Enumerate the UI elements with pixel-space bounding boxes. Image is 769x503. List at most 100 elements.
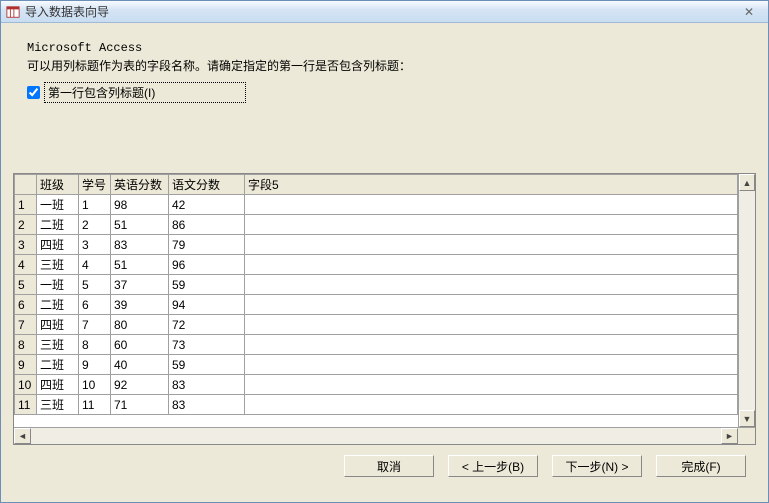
cell[interactable]: 四班 xyxy=(37,375,79,395)
button-bar: 取消 < 上一步(B) 下一步(N) > 完成(F) xyxy=(11,445,758,487)
table-row[interactable]: 8三班86073 xyxy=(15,335,738,355)
col-header[interactable]: 字段5 xyxy=(245,175,738,195)
cell[interactable]: 二班 xyxy=(37,295,79,315)
cell[interactable]: 10 xyxy=(79,375,111,395)
cell[interactable] xyxy=(245,355,738,375)
first-row-headers-label: 第一行包含列标题(I) xyxy=(44,82,246,103)
cell[interactable]: 三班 xyxy=(37,335,79,355)
cell[interactable]: 94 xyxy=(169,295,245,315)
cell[interactable]: 6 xyxy=(79,295,111,315)
finish-button[interactable]: 完成(F) xyxy=(656,455,746,477)
cell[interactable] xyxy=(245,375,738,395)
cell[interactable]: 9 xyxy=(79,355,111,375)
table-row[interactable]: 10四班109283 xyxy=(15,375,738,395)
cell[interactable]: 71 xyxy=(111,395,169,415)
row-number: 7 xyxy=(15,315,37,335)
cell[interactable] xyxy=(245,235,738,255)
first-row-headers-option[interactable]: 第一行包含列标题(I) xyxy=(27,82,758,103)
table-row[interactable]: 9二班94059 xyxy=(15,355,738,375)
scroll-right-icon[interactable]: ► xyxy=(721,428,738,444)
scroll-left-icon[interactable]: ◄ xyxy=(14,428,31,444)
cell[interactable]: 80 xyxy=(111,315,169,335)
app-icon xyxy=(5,4,21,20)
cell[interactable] xyxy=(245,255,738,275)
cell[interactable]: 5 xyxy=(79,275,111,295)
cell[interactable] xyxy=(245,195,738,215)
cell[interactable]: 83 xyxy=(169,375,245,395)
preview-grid: 班级 学号 英语分数 语文分数 字段5 1一班198422二班251863四班3… xyxy=(13,173,756,445)
scroll-track[interactable] xyxy=(739,191,755,410)
cell[interactable]: 51 xyxy=(111,255,169,275)
table-row[interactable]: 2二班25186 xyxy=(15,215,738,235)
cell[interactable]: 96 xyxy=(169,255,245,275)
table-row[interactable]: 3四班38379 xyxy=(15,235,738,255)
cell[interactable]: 四班 xyxy=(37,315,79,335)
header-row: 班级 学号 英语分数 语文分数 字段5 xyxy=(15,175,738,195)
cell[interactable]: 98 xyxy=(111,195,169,215)
cell[interactable]: 三班 xyxy=(37,395,79,415)
cell[interactable] xyxy=(245,315,738,335)
horizontal-scrollbar[interactable]: ◄ ► xyxy=(14,427,755,444)
scroll-up-icon[interactable]: ▲ xyxy=(739,174,755,191)
row-number: 10 xyxy=(15,375,37,395)
cell[interactable]: 四班 xyxy=(37,235,79,255)
cell[interactable]: 86 xyxy=(169,215,245,235)
cell[interactable]: 73 xyxy=(169,335,245,355)
cell[interactable]: 83 xyxy=(169,395,245,415)
cancel-button[interactable]: 取消 xyxy=(344,455,434,477)
cell[interactable]: 51 xyxy=(111,215,169,235)
row-number: 1 xyxy=(15,195,37,215)
table-row[interactable]: 4三班45196 xyxy=(15,255,738,275)
cell[interactable]: 一班 xyxy=(37,195,79,215)
cell[interactable]: 三班 xyxy=(37,255,79,275)
table-row[interactable]: 7四班78072 xyxy=(15,315,738,335)
instruction-text: 可以用列标题作为表的字段名称。请确定指定的第一行是否包含列标题： xyxy=(27,57,758,74)
cell[interactable]: 二班 xyxy=(37,355,79,375)
cell[interactable] xyxy=(245,275,738,295)
col-header[interactable]: 英语分数 xyxy=(111,175,169,195)
cell[interactable]: 37 xyxy=(111,275,169,295)
next-button[interactable]: 下一步(N) > xyxy=(552,455,642,477)
cell[interactable]: 二班 xyxy=(37,215,79,235)
row-number: 9 xyxy=(15,355,37,375)
cell[interactable]: 59 xyxy=(169,275,245,295)
table-row[interactable]: 6二班63994 xyxy=(15,295,738,315)
cell[interactable] xyxy=(245,215,738,235)
col-header[interactable]: 学号 xyxy=(79,175,111,195)
back-button[interactable]: < 上一步(B) xyxy=(448,455,538,477)
table-row[interactable]: 5一班53759 xyxy=(15,275,738,295)
cell[interactable]: 59 xyxy=(169,355,245,375)
cell[interactable] xyxy=(245,295,738,315)
cell[interactable]: 72 xyxy=(169,315,245,335)
table-row[interactable]: 1一班19842 xyxy=(15,195,738,215)
scroll-corner xyxy=(738,428,755,444)
cell[interactable]: 39 xyxy=(111,295,169,315)
cell[interactable]: 7 xyxy=(79,315,111,335)
cell[interactable]: 1 xyxy=(79,195,111,215)
scroll-down-icon[interactable]: ▼ xyxy=(739,410,755,427)
vertical-scrollbar[interactable]: ▲ ▼ xyxy=(738,174,755,427)
cell[interactable]: 40 xyxy=(111,355,169,375)
cell[interactable] xyxy=(245,335,738,355)
cell[interactable]: 8 xyxy=(79,335,111,355)
cell[interactable]: 42 xyxy=(169,195,245,215)
cell[interactable]: 3 xyxy=(79,235,111,255)
col-header[interactable]: 班级 xyxy=(37,175,79,195)
col-header[interactable]: 语文分数 xyxy=(169,175,245,195)
table-row[interactable]: 11三班117183 xyxy=(15,395,738,415)
first-row-headers-checkbox[interactable] xyxy=(27,86,40,99)
cell[interactable]: 60 xyxy=(111,335,169,355)
titlebar: 导入数据表向导 ✕ xyxy=(1,1,768,23)
cell[interactable] xyxy=(245,395,738,415)
row-number: 6 xyxy=(15,295,37,315)
scroll-track[interactable] xyxy=(31,428,721,444)
cell[interactable]: 一班 xyxy=(37,275,79,295)
cell[interactable]: 11 xyxy=(79,395,111,415)
row-number: 5 xyxy=(15,275,37,295)
cell[interactable]: 4 xyxy=(79,255,111,275)
cell[interactable]: 83 xyxy=(111,235,169,255)
close-icon[interactable]: ✕ xyxy=(734,5,764,19)
cell[interactable]: 92 xyxy=(111,375,169,395)
cell[interactable]: 2 xyxy=(79,215,111,235)
cell[interactable]: 79 xyxy=(169,235,245,255)
